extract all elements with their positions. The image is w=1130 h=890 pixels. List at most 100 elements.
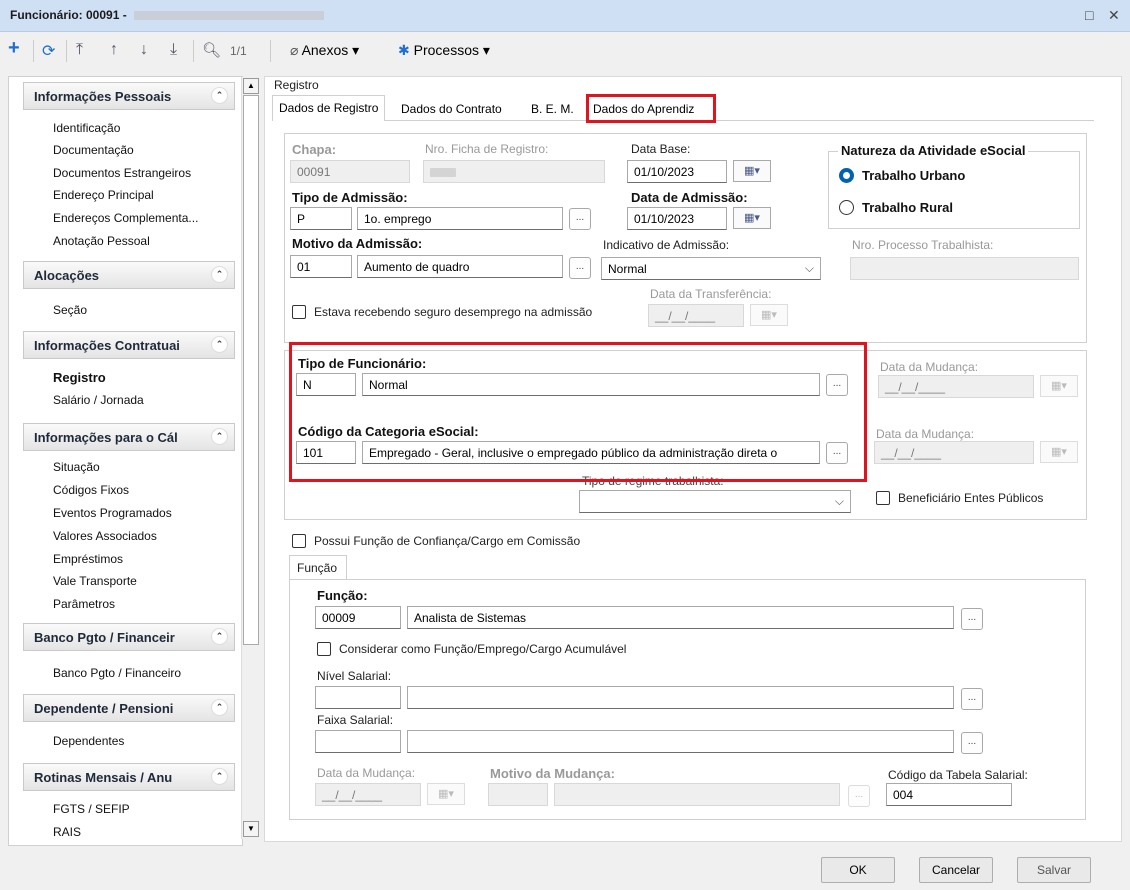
regime-select[interactable]: ⌵ xyxy=(579,490,851,513)
redacted-ficha xyxy=(430,168,456,178)
sidebar-item[interactable]: Empréstimos xyxy=(53,552,123,566)
add-icon[interactable]: + xyxy=(8,37,20,60)
anexos-menu[interactable]: ⌀ Anexos ▾ xyxy=(290,42,359,59)
refresh-icon[interactable]: ⟳ xyxy=(42,41,55,61)
sidebar-group-header[interactable]: Dependente / Pensioni ⌃ xyxy=(23,694,235,722)
redacted-employee-name xyxy=(134,11,325,21)
sidebar-item[interactable]: Registro xyxy=(53,370,106,385)
save-button[interactable]: Salvar xyxy=(1017,857,1091,883)
tipo-admissao-label: Tipo de Admissão: xyxy=(292,190,408,205)
sidebar-item[interactable]: Endereços Complementa... xyxy=(53,211,198,225)
chevron-up-icon[interactable]: ⌃ xyxy=(211,266,228,283)
nivel-desc xyxy=(407,686,954,709)
motivo-admissao-lookup[interactable]: ... xyxy=(569,257,591,279)
sidebar-item[interactable]: Anotação Pessoal xyxy=(53,234,150,248)
data-mudanca2-label: Data da Mudança: xyxy=(317,766,416,780)
sidebar-scrollbar[interactable]: ▲ ▼ xyxy=(241,77,259,839)
sidebar-item[interactable]: Banco Pgto / Financeiro xyxy=(53,666,181,680)
sidebar-group-header[interactable]: Rotinas Mensais / Anu ⌃ xyxy=(23,763,235,791)
confianca-label: Possui Função de Confiança/Cargo em Comi… xyxy=(314,534,581,548)
toolbar-separator xyxy=(33,40,34,62)
chevron-up-icon[interactable]: ⌃ xyxy=(211,628,228,645)
sidebar-group-title: Informações Pessoais xyxy=(34,89,172,104)
data-base-field[interactable]: 01/10/2023 xyxy=(627,160,727,183)
indicativo-select[interactable]: Normal ⌵ xyxy=(601,257,821,280)
sidebar-group-header[interactable]: Informações Contratuai ⌃ xyxy=(23,331,235,359)
tipo-admissao-code[interactable]: P xyxy=(290,207,352,230)
sidebar-item[interactable]: Seção xyxy=(53,303,87,317)
scroll-up-icon[interactable]: ▲ xyxy=(243,78,259,94)
sidebar-item[interactable]: Eventos Programados xyxy=(53,506,172,520)
sidebar-item[interactable]: Dependentes xyxy=(53,734,124,748)
sidebar-group-header[interactable]: Banco Pgto / Financeir ⌃ xyxy=(23,623,235,651)
scroll-thumb[interactable] xyxy=(243,95,259,645)
funcao-lookup[interactable]: ... xyxy=(961,608,983,630)
data-admissao-field[interactable]: 01/10/2023 xyxy=(627,207,727,230)
sidebar-group-header[interactable]: Informações Pessoais ⌃ xyxy=(23,82,235,110)
search-icon[interactable]: 🔍︎ xyxy=(202,41,221,59)
chevron-up-icon[interactable]: ⌃ xyxy=(211,87,228,104)
motivo-admissao-code[interactable]: 01 xyxy=(290,255,352,278)
restore-icon[interactable]: □ xyxy=(1085,7,1093,23)
motivo-mudanca-code xyxy=(488,783,548,806)
tipo-admissao-lookup[interactable]: ... xyxy=(569,208,591,230)
transferencia-label: Data da Transferência: xyxy=(650,287,772,301)
ok-button[interactable]: OK xyxy=(821,857,895,883)
sidebar-item[interactable]: Salário / Jornada xyxy=(53,393,144,407)
sidebar-item[interactable]: Vale Transporte xyxy=(53,574,137,588)
chevron-up-icon[interactable]: ⌃ xyxy=(211,336,228,353)
sidebar-item[interactable]: Identificação xyxy=(53,121,120,135)
sidebar-item[interactable]: Documentos Estrangeiros xyxy=(53,166,191,180)
calendar-icon[interactable]: ▦▾ xyxy=(733,207,771,229)
seguro-checkbox[interactable] xyxy=(292,305,306,319)
next-record-icon[interactable]: ↓ xyxy=(140,41,148,59)
tab-dados-registro[interactable]: Dados de Registro xyxy=(272,95,386,121)
scroll-down-icon[interactable]: ▼ xyxy=(243,821,259,837)
data-mudanca-field-1: __/__/____ xyxy=(878,375,1034,398)
last-record-icon[interactable]: ⤓ xyxy=(170,41,177,59)
faixa-code[interactable] xyxy=(315,730,401,753)
transferencia-field: __/__/____ xyxy=(648,304,744,327)
sidebar-item[interactable]: RAIS xyxy=(53,825,81,839)
sidebar-group-header[interactable]: Informações para o Cál ⌃ xyxy=(23,423,235,451)
funcao-desc: Analista de Sistemas xyxy=(407,606,954,629)
chevron-up-icon[interactable]: ⌃ xyxy=(211,428,228,445)
radio-urbano[interactable] xyxy=(839,168,854,183)
sidebar-item[interactable]: Endereço Principal xyxy=(53,188,154,202)
sidebar-item[interactable]: Valores Associados xyxy=(53,529,157,543)
sidebar-item[interactable]: Códigos Fixos xyxy=(53,483,129,497)
tabela-field[interactable]: 004 xyxy=(886,783,1012,806)
calendar-icon[interactable]: ▦▾ xyxy=(733,160,771,182)
sidebar-item[interactable]: FGTS / SEFIP xyxy=(53,802,130,816)
radio-urbano-label: Trabalho Urbano xyxy=(862,168,966,183)
first-record-icon[interactable]: ⤒ xyxy=(76,41,83,59)
beneficiario-checkbox[interactable] xyxy=(876,491,890,505)
nivel-code[interactable] xyxy=(315,686,401,709)
sidebar-item[interactable]: Documentação xyxy=(53,143,134,157)
processos-label: Processos xyxy=(413,42,479,58)
highlight-box-aprendiz xyxy=(586,94,716,123)
funcao-code[interactable]: 00009 xyxy=(315,606,401,629)
tab-bem[interactable]: B. E. M. xyxy=(525,97,580,121)
cancel-button[interactable]: Cancelar xyxy=(919,857,993,883)
toolbar-separator xyxy=(270,40,271,62)
chapa-label: Chapa: xyxy=(292,142,337,157)
nivel-lookup[interactable]: ... xyxy=(961,688,983,710)
close-icon[interactable]: ✕ xyxy=(1108,7,1120,24)
faixa-lookup[interactable]: ... xyxy=(961,732,983,754)
radio-rural-label: Trabalho Rural xyxy=(862,200,954,215)
tab-dados-contrato[interactable]: Dados do Contrato xyxy=(395,97,508,121)
sidebar-item[interactable]: Parâmetros xyxy=(53,597,115,611)
processos-menu[interactable]: ✱ Processos ▾ xyxy=(398,42,490,59)
acumulavel-checkbox[interactable] xyxy=(317,642,331,656)
sidebar-item[interactable]: Situação xyxy=(53,460,100,474)
chevron-up-icon[interactable]: ⌃ xyxy=(211,699,228,716)
calendar-icon: ▦▾ xyxy=(427,783,465,805)
previous-record-icon[interactable]: ↑ xyxy=(110,41,118,59)
data-mudanca2-field: __/__/____ xyxy=(315,783,421,806)
indicativo-value: Normal xyxy=(608,262,647,276)
radio-rural[interactable] xyxy=(839,200,854,215)
chevron-up-icon[interactable]: ⌃ xyxy=(211,768,228,785)
sidebar-group-header[interactable]: Alocações ⌃ xyxy=(23,261,235,289)
confianca-checkbox[interactable] xyxy=(292,534,306,548)
